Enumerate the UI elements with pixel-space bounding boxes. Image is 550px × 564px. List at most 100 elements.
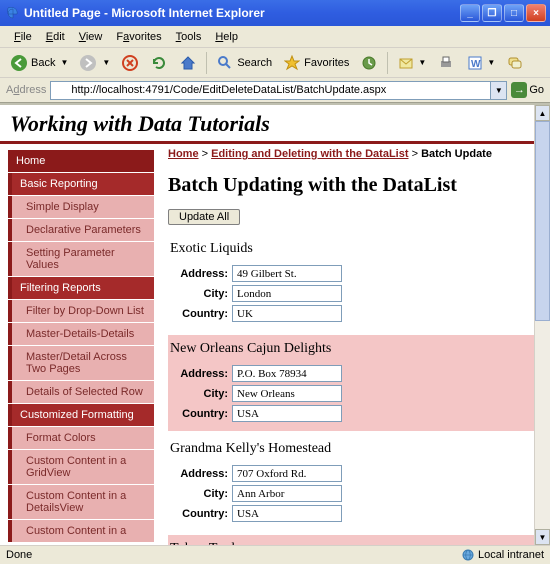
search-button[interactable]: Search bbox=[212, 52, 276, 74]
print-icon bbox=[437, 54, 455, 72]
fwd-dropdown-icon: ▼ bbox=[102, 58, 110, 67]
page-header: Working with Data Tutorials bbox=[0, 105, 550, 144]
nav-section[interactable]: Filtering Reports bbox=[8, 277, 154, 299]
search-icon bbox=[216, 54, 234, 72]
restore-button[interactable]: ❐ bbox=[482, 4, 502, 22]
window-titlebar: Untitled Page - Microsoft Internet Explo… bbox=[0, 0, 550, 26]
country-input[interactable] bbox=[232, 505, 342, 522]
refresh-icon bbox=[150, 54, 168, 72]
address-input[interactable] bbox=[232, 365, 342, 382]
city-label: City: bbox=[170, 388, 228, 400]
address-input[interactable] bbox=[232, 265, 342, 282]
nav-section[interactable]: Basic Reporting bbox=[8, 173, 154, 195]
back-icon bbox=[10, 54, 28, 72]
supplier-block: New Orleans Cajun Delights Address: City… bbox=[168, 335, 544, 431]
menu-file[interactable]: File bbox=[8, 29, 38, 45]
country-label: Country: bbox=[170, 508, 228, 520]
menu-help[interactable]: Help bbox=[209, 29, 244, 45]
home-button[interactable] bbox=[175, 52, 201, 74]
vertical-scrollbar[interactable]: ▲ ▼ bbox=[534, 105, 550, 545]
discuss-button[interactable] bbox=[502, 52, 528, 74]
nav-item[interactable]: Declarative Parameters bbox=[8, 219, 154, 241]
update-all-button[interactable]: Update All bbox=[168, 209, 240, 225]
main-content: Home > Editing and Deleting with the Dat… bbox=[154, 144, 550, 545]
nav-item[interactable]: Custom Content in a bbox=[8, 520, 154, 542]
scroll-up-icon[interactable]: ▲ bbox=[535, 105, 550, 121]
country-label: Country: bbox=[170, 408, 228, 420]
zone-label: Local intranet bbox=[478, 549, 544, 561]
back-label: Back bbox=[31, 57, 55, 69]
scroll-thumb[interactable] bbox=[535, 121, 550, 321]
address-input[interactable] bbox=[50, 81, 491, 100]
svg-text:W: W bbox=[471, 59, 481, 70]
address-dropdown-icon[interactable]: ▼ bbox=[491, 81, 507, 100]
nav-item[interactable]: Setting Parameter Values bbox=[8, 242, 154, 276]
stop-button[interactable] bbox=[117, 52, 143, 74]
go-button[interactable]: → Go bbox=[511, 82, 544, 98]
supplier-block: Exotic Liquids Address: City: Country: bbox=[168, 235, 544, 331]
nav-item[interactable]: Simple Display bbox=[8, 196, 154, 218]
forward-button[interactable]: ▼ bbox=[75, 52, 114, 74]
page-title: Batch Updating with the DataList bbox=[168, 174, 544, 197]
address-label: Address: bbox=[170, 368, 228, 380]
breadcrumb-current: Batch Update bbox=[421, 148, 492, 160]
scroll-down-icon[interactable]: ▼ bbox=[535, 529, 550, 545]
fav-label: Favorites bbox=[304, 57, 349, 69]
nav-item[interactable]: Master-Details-Details bbox=[8, 323, 154, 345]
address-label: Address bbox=[6, 84, 46, 96]
go-label: Go bbox=[529, 84, 544, 96]
nav-item[interactable]: Filter by Drop-Down List bbox=[8, 300, 154, 322]
address-bar: Address ▼ → Go bbox=[0, 78, 550, 103]
content-viewport: Working with Data Tutorials HomeBasic Re… bbox=[0, 103, 550, 545]
breadcrumb-parent[interactable]: Editing and Deleting with the DataList bbox=[211, 148, 408, 160]
breadcrumb-home[interactable]: Home bbox=[168, 148, 199, 160]
supplier-name: New Orleans Cajun Delights bbox=[170, 341, 536, 357]
scroll-track[interactable] bbox=[535, 121, 550, 529]
edit-button[interactable]: W▼ bbox=[462, 52, 499, 74]
menu-view[interactable]: View bbox=[73, 29, 109, 45]
country-label: Country: bbox=[170, 308, 228, 320]
discuss-icon bbox=[506, 54, 524, 72]
supplier-block: Grandma Kelly's Homestead Address: City:… bbox=[168, 435, 544, 531]
city-input[interactable] bbox=[232, 285, 342, 302]
menu-favorites[interactable]: Favorites bbox=[110, 29, 167, 45]
country-input[interactable] bbox=[232, 405, 342, 422]
zone-icon bbox=[462, 549, 474, 561]
site-title: Working with Data Tutorials bbox=[10, 111, 540, 137]
minimize-button[interactable]: _ bbox=[460, 4, 480, 22]
menu-tools[interactable]: Tools bbox=[170, 29, 208, 45]
search-label: Search bbox=[237, 57, 272, 69]
mail-icon bbox=[397, 54, 415, 72]
print-button[interactable] bbox=[433, 52, 459, 74]
close-button[interactable]: × bbox=[526, 4, 546, 22]
address-input[interactable] bbox=[232, 465, 342, 482]
history-button[interactable] bbox=[356, 52, 382, 74]
status-text: Done bbox=[6, 549, 32, 561]
supplier-name: Tokyo Traders bbox=[170, 541, 536, 545]
nav-item[interactable]: Format Colors bbox=[8, 427, 154, 449]
city-label: City: bbox=[170, 488, 228, 500]
nav-item[interactable]: Details of Selected Row bbox=[8, 381, 154, 403]
go-icon: → bbox=[511, 82, 527, 98]
nav-item[interactable]: Master/Detail Across Two Pages bbox=[8, 346, 154, 380]
address-label: Address: bbox=[170, 468, 228, 480]
star-icon bbox=[283, 54, 301, 72]
refresh-button[interactable] bbox=[146, 52, 172, 74]
nav-item[interactable]: Custom Content in a GridView bbox=[8, 450, 154, 484]
country-input[interactable] bbox=[232, 305, 342, 322]
city-input[interactable] bbox=[232, 385, 342, 402]
home-icon bbox=[179, 54, 197, 72]
mail-button[interactable]: ▼ bbox=[393, 52, 430, 74]
menu-bar: File Edit View Favorites Tools Help bbox=[0, 26, 550, 48]
favorites-button[interactable]: Favorites bbox=[279, 52, 353, 74]
nav-section[interactable]: Customized Formatting bbox=[8, 404, 154, 426]
menu-edit[interactable]: Edit bbox=[40, 29, 71, 45]
nav-home[interactable]: Home bbox=[8, 150, 154, 172]
nav-item[interactable]: Custom Content in a DetailsView bbox=[8, 485, 154, 519]
app-icon bbox=[4, 5, 20, 21]
back-button[interactable]: Back ▼ bbox=[6, 52, 72, 74]
maximize-button[interactable]: □ bbox=[504, 4, 524, 22]
stop-icon bbox=[121, 54, 139, 72]
forward-icon bbox=[79, 54, 97, 72]
city-input[interactable] bbox=[232, 485, 342, 502]
